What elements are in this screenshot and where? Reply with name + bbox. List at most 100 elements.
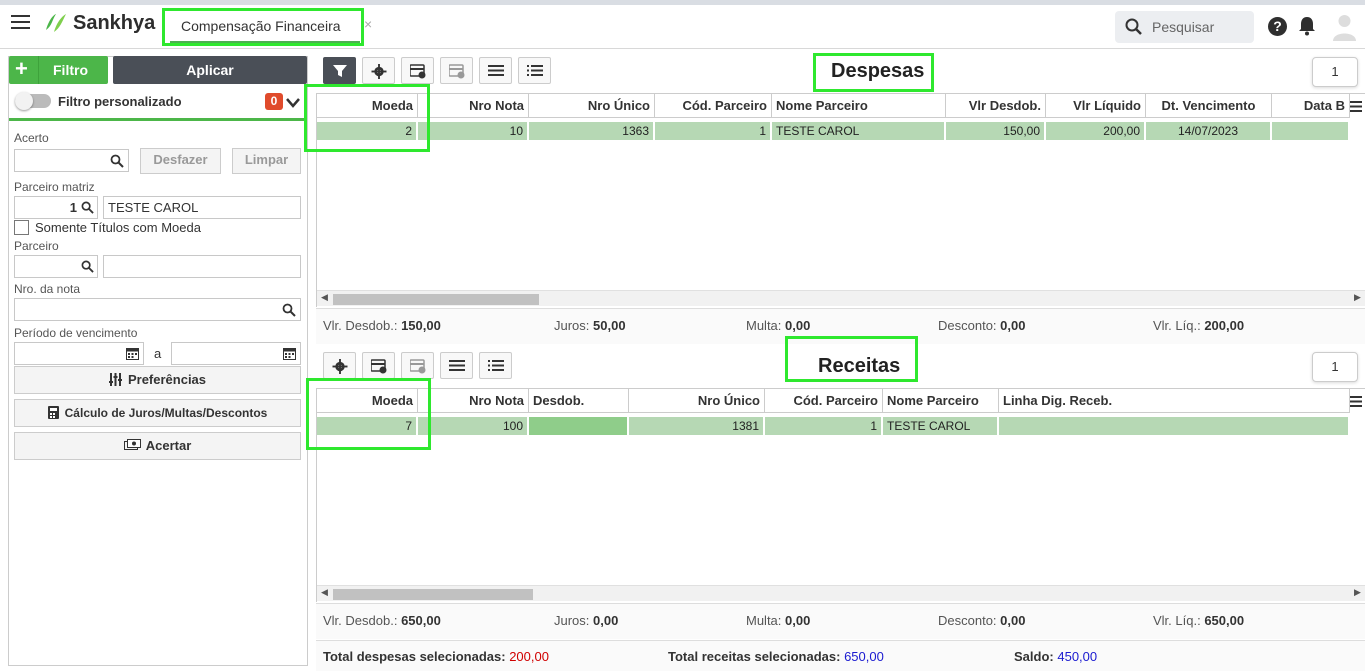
parceiro-matriz-code-input[interactable]: 1	[14, 196, 98, 219]
acertar-button[interactable]: Acertar	[14, 432, 301, 460]
col-header[interactable]: Moeda	[317, 94, 418, 118]
filtro-personalizado-toggle[interactable]	[15, 92, 51, 110]
table-cell[interactable]	[999, 417, 1350, 435]
search-icon[interactable]	[110, 154, 124, 168]
col-header[interactable]: Desdob.	[529, 389, 629, 413]
calendar-icon[interactable]	[283, 347, 296, 360]
parceiro-name-input[interactable]	[103, 255, 301, 278]
table-cell[interactable]: 1	[655, 122, 772, 140]
table-cell[interactable]: 7	[317, 417, 418, 435]
col-header[interactable]: Nro Único	[629, 389, 765, 413]
preferencias-button[interactable]: Preferências	[14, 366, 301, 394]
col-header[interactable]: Dt. Vencimento	[1146, 94, 1272, 118]
bell-icon[interactable]	[1298, 16, 1316, 39]
scroll-right-icon[interactable]: ▶	[1354, 292, 1361, 303]
column-menu-icon[interactable]	[1350, 100, 1362, 115]
table-cell[interactable]: TESTE CAROL	[883, 417, 999, 435]
receitas-page-number[interactable]: 1	[1312, 352, 1358, 382]
scroll-left-icon[interactable]: ◀	[321, 587, 328, 598]
nro-nota-label: Nro. da nota	[14, 282, 81, 296]
col-header[interactable]: Cód. Parceiro	[765, 389, 883, 413]
somente-moeda-label: Somente Títulos com Moeda	[35, 220, 201, 235]
gear-icon	[371, 64, 387, 79]
chevron-down-icon[interactable]	[286, 96, 300, 111]
col-header[interactable]: Data B	[1272, 94, 1350, 118]
horizontal-scrollbar[interactable]: ◀ ▶	[317, 585, 1365, 601]
card-remove-toolbar-button[interactable]	[401, 352, 434, 379]
list-toolbar-button[interactable]	[440, 352, 473, 379]
despesas-grid: Moeda Nro Nota Nro Único Cód. Parceiro N…	[316, 93, 1365, 307]
desfazer-button[interactable]: Desfazer	[140, 148, 221, 174]
col-header[interactable]: Nro Único	[529, 94, 655, 118]
aplicar-button[interactable]: Aplicar	[113, 56, 307, 84]
col-header[interactable]: Cód. Parceiro	[655, 94, 772, 118]
periodo-end-input[interactable]	[171, 342, 301, 365]
card-toolbar-button[interactable]	[362, 352, 395, 379]
col-header[interactable]: Linha Dig. Receb.	[999, 389, 1350, 413]
calendar-icon[interactable]	[126, 347, 139, 360]
filter-toolbar-button[interactable]	[323, 57, 356, 84]
somente-moeda-checkbox[interactable]	[14, 220, 29, 235]
col-header[interactable]: Vlr Líquido	[1046, 94, 1146, 118]
col-header[interactable]: Nome Parceiro	[772, 94, 946, 118]
table-cell[interactable]: 150,00	[946, 122, 1046, 140]
scroll-right-icon[interactable]: ▶	[1354, 587, 1361, 598]
calculo-button[interactable]: Cálculo de Juros/Multas/Descontos	[14, 399, 301, 427]
list-toolbar-button[interactable]	[479, 57, 512, 84]
periodo-start-input[interactable]	[14, 342, 144, 365]
search-icon[interactable]	[282, 303, 296, 317]
total-despesas-value: 200,00	[509, 649, 549, 664]
table-cell[interactable]: TESTE CAROL	[772, 122, 946, 140]
detail-list-toolbar-button[interactable]	[479, 352, 512, 379]
col-header[interactable]: Vlr Desdob.	[946, 94, 1046, 118]
table-cell[interactable]: 1381	[629, 417, 765, 435]
col-header[interactable]: Nro Nota	[418, 389, 529, 413]
scroll-left-icon[interactable]: ◀	[321, 292, 328, 303]
gear-icon	[332, 359, 348, 374]
sankhya-logo-icon	[42, 10, 70, 36]
table-cell[interactable]: 100	[418, 417, 529, 435]
receitas-total-desdob: Vlr. Desdob.: 650,00	[323, 613, 441, 628]
table-cell[interactable]: 1	[765, 417, 883, 435]
card-icon	[410, 64, 426, 79]
scroll-thumb[interactable]	[333, 589, 533, 600]
tab-compensacao[interactable]: Compensação Financeira	[170, 8, 360, 44]
table-cell[interactable]	[529, 417, 629, 435]
settings-toolbar-button[interactable]	[323, 352, 356, 379]
receitas-total-multa: Multa: 0,00	[746, 613, 811, 628]
help-icon[interactable]: ?	[1268, 17, 1287, 36]
card-remove-toolbar-button[interactable]	[440, 57, 473, 84]
acerto-input[interactable]	[14, 149, 129, 172]
total-despesas: Total despesas selecionadas: 200,00	[323, 649, 549, 664]
search-icon[interactable]	[81, 260, 94, 273]
search-icon[interactable]	[81, 201, 94, 214]
filtro-button[interactable]: + Filtro	[9, 56, 108, 84]
table-cell[interactable]: 14/07/2023	[1146, 122, 1272, 140]
detail-list-toolbar-button[interactable]	[518, 57, 551, 84]
menu-icon[interactable]	[11, 15, 30, 29]
parceiro-matriz-name-input[interactable]: TESTE CAROL	[103, 196, 301, 219]
col-header[interactable]: Moeda	[317, 389, 418, 413]
card-toolbar-button[interactable]	[401, 57, 434, 84]
tab-close-icon[interactable]: ×	[364, 16, 372, 32]
scroll-thumb[interactable]	[333, 294, 539, 305]
search-box[interactable]: Pesquisar	[1115, 11, 1254, 43]
table-cell[interactable]: 2	[317, 122, 418, 140]
settings-toolbar-button[interactable]	[362, 57, 395, 84]
limpar-button[interactable]: Limpar	[232, 148, 301, 174]
col-header[interactable]: Nome Parceiro	[883, 389, 999, 413]
list-icon	[488, 65, 504, 76]
avatar-icon[interactable]	[1332, 13, 1357, 41]
table-cell[interactable]: 10	[418, 122, 529, 140]
parceiro-matriz-name: TESTE CAROL	[108, 200, 199, 215]
table-cell[interactable]	[1272, 122, 1350, 140]
despesas-page-number[interactable]: 1	[1312, 57, 1358, 87]
column-menu-icon[interactable]	[1350, 395, 1362, 410]
table-cell[interactable]: 200,00	[1046, 122, 1146, 140]
nro-nota-input[interactable]	[14, 298, 301, 321]
col-header[interactable]: Nro Nota	[418, 94, 529, 118]
parceiro-code-input[interactable]	[14, 255, 98, 278]
horizontal-scrollbar[interactable]: ◀ ▶	[317, 290, 1365, 306]
despesas-total-liquido: Vlr. Líq.: 200,00	[1153, 318, 1245, 333]
table-cell[interactable]: 1363	[529, 122, 655, 140]
